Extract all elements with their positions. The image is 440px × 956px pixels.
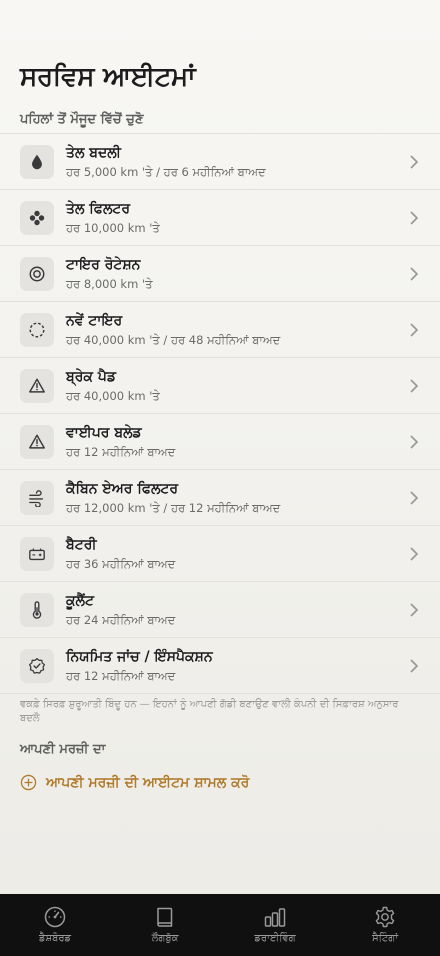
service-item-interval: ਹਰ 40,000 km 'ਤੇ / ਹਰ 48 ਮਹੀਨਿਆਂ ਬਾਅਦ bbox=[66, 333, 281, 347]
tab-settings[interactable]: ਸੈਟਿੰਗਾਂ bbox=[330, 894, 440, 956]
service-item-title: ਕੈਬਿਨ ਏਅਰ ਫਿਲਟਰ bbox=[66, 481, 179, 497]
custom-section-header: ਆਪਣੀ ਮਰਜ਼ੀ ਦਾ bbox=[20, 742, 106, 757]
service-item-title: ਤੇਲ ਬਦਲੀ bbox=[66, 145, 121, 161]
service-item-title: ਕੂਲੈਂਟ bbox=[66, 593, 94, 609]
tire-icon bbox=[20, 313, 54, 347]
chevron-right-icon bbox=[410, 379, 418, 393]
bar-chart-icon bbox=[264, 908, 286, 927]
service-item-interval: ਹਰ 8,000 km 'ਤੇ bbox=[66, 277, 153, 291]
warning-triangle-icon bbox=[20, 369, 54, 403]
thermometer-icon bbox=[20, 593, 54, 627]
book-icon bbox=[157, 907, 173, 927]
service-item-title: ਨਿਯਮਿਤ ਜਾਂਚ / ਇੰਸਪੈਕਸ਼ਨ bbox=[66, 649, 213, 665]
service-item-interval: ਹਰ 5,000 km 'ਤੇ / ਹਰ 6 ਮਹੀਨਿਆਂ ਬਾਅਦ bbox=[66, 165, 266, 179]
tab-label: ਡੈਸ਼ਬੋਰਡ bbox=[38, 933, 72, 944]
chevron-right-icon bbox=[410, 211, 418, 225]
tab-label: ਡਰਾਈਵਿੰਗ bbox=[254, 933, 296, 944]
service-item-interval: ਹਰ 12 ਮਹੀਨਿਆਂ ਬਾਅਦ bbox=[66, 669, 176, 683]
service-item-coolant[interactable]: ਕੂਲੈਂਟ ਹਰ 24 ਮਹੀਨਿਆਂ ਬਾਅਦ bbox=[0, 582, 440, 638]
service-item-new-tires[interactable]: ਨਵੇਂ ਟਾਇਰ ਹਰ 40,000 km 'ਤੇ / ਹਰ 48 ਮਹੀਨਿ… bbox=[0, 302, 440, 358]
oil-drop-icon bbox=[20, 145, 54, 179]
service-item-oil-change[interactable]: ਤੇਲ ਬਦਲੀ ਹਰ 5,000 km 'ਤੇ / ਹਰ 6 ਮਹੀਨਿਆਂ … bbox=[0, 134, 440, 190]
service-item-cabin-air-filter[interactable]: ਕੈਬਿਨ ਏਅਰ ਫਿਲਟਰ ਹਰ 12,000 km 'ਤੇ / ਹਰ 12… bbox=[0, 470, 440, 526]
air-flow-icon bbox=[20, 481, 54, 515]
add-custom-item-label: ਆਪਣੀ ਮਰਜ਼ੀ ਦੀ ਆਈਟਮ ਸ਼ਾਮਲ ਕਰੋ bbox=[46, 774, 250, 791]
service-item-interval: ਹਰ 36 ਮਹੀਨਿਆਂ ਬਾਅਦ bbox=[66, 557, 176, 571]
chevron-right-icon bbox=[410, 267, 418, 281]
service-item-title: ਬੈਟਰੀ bbox=[66, 537, 97, 553]
warning-triangle-icon bbox=[20, 425, 54, 459]
filter-icon bbox=[20, 201, 54, 235]
service-item-inspection[interactable]: ਨਿਯਮਿਤ ਜਾਂਚ / ਇੰਸਪੈਕਸ਼ਨ ਹਰ 12 ਮਹੀਨਿਆਂ ਬਾ… bbox=[0, 638, 440, 694]
chevron-right-icon bbox=[410, 659, 418, 673]
service-item-battery[interactable]: ਬੈਟਰੀ ਹਰ 36 ਮਹੀਨਿਆਂ ਬਾਅਦ bbox=[0, 526, 440, 582]
chevron-right-icon bbox=[410, 547, 418, 561]
chevron-right-icon bbox=[410, 323, 418, 337]
tab-bar: ਡੈਸ਼ਬੋਰਡ ਲੌਗਬੁੱਕ ਡਰਾਈਵਿੰਗ ਸੈਟਿੰਗਾਂ bbox=[0, 894, 440, 956]
gear-icon bbox=[375, 906, 395, 928]
add-custom-item-button[interactable]: ਆਪਣੀ ਮਰਜ਼ੀ ਦੀ ਆਈਟਮ ਸ਼ਾਮਲ ਕਰੋ bbox=[20, 774, 249, 791]
tab-dashboard[interactable]: ਡੈਸ਼ਬੋਰਡ bbox=[0, 894, 110, 956]
service-item-tire-rotation[interactable]: ਟਾਇਰ ਰੋਟੇਸ਼ਨ ਹਰ 8,000 km 'ਤੇ bbox=[0, 246, 440, 302]
service-item-interval: ਹਰ 10,000 km 'ਤੇ bbox=[66, 221, 160, 235]
service-item-title: ਨਵੇਂ ਟਾਇਰ bbox=[66, 313, 123, 329]
speedometer-icon bbox=[44, 906, 66, 928]
service-items-list: ਤੇਲ ਬਦਲੀ ਹਰ 5,000 km 'ਤੇ / ਹਰ 6 ਮਹੀਨਿਆਂ … bbox=[0, 133, 440, 694]
page-title: ਸਰਵਿਸ ਆਈਟਮਾਂ bbox=[20, 62, 196, 92]
service-item-interval: ਹਰ 12,000 km 'ਤੇ / ਹਰ 12 ਮਹੀਨਿਆਂ ਬਾਅਦ bbox=[66, 501, 281, 515]
chevron-right-icon bbox=[410, 435, 418, 449]
tab-logbook[interactable]: ਲੌਗਬੁੱਕ bbox=[110, 894, 220, 956]
service-item-title: ਬ੍ਰੇਕ ਪੈਡ bbox=[66, 369, 116, 385]
tab-label: ਸੈਟਿੰਗਾਂ bbox=[371, 933, 399, 944]
service-item-interval: ਹਰ 12 ਮਹੀਨਿਆਂ ਬਾਅਦ bbox=[66, 445, 176, 459]
battery-icon bbox=[20, 537, 54, 571]
service-item-interval: ਹਰ 40,000 km 'ਤੇ bbox=[66, 389, 160, 403]
plus-circle-icon bbox=[20, 774, 37, 791]
tab-driving[interactable]: ਡਰਾਈਵਿੰਗ bbox=[220, 894, 330, 956]
tire-rotation-icon bbox=[20, 257, 54, 291]
tab-label: ਲੌਗਬੁੱਕ bbox=[151, 933, 179, 944]
service-item-wiper-blades[interactable]: ਵਾਈਪਰ ਬਲੇਡ ਹਰ 12 ਮਹੀਨਿਆਂ ਬਾਅਦ bbox=[0, 414, 440, 470]
interval-footnote: ਵਕਫ਼ੇ ਸਿਰਫ਼ ਸ਼ੁਰੂਆਤੀ ਬਿੰਦੂ ਹਨ — ਇਹਨਾਂ ਨੂ… bbox=[20, 699, 399, 724]
chevron-right-icon bbox=[410, 603, 418, 617]
chevron-right-icon bbox=[410, 155, 418, 169]
service-item-oil-filter[interactable]: ਤੇਲ ਫਿਲਟਰ ਹਰ 10,000 km 'ਤੇ bbox=[0, 190, 440, 246]
service-item-interval: ਹਰ 24 ਮਹੀਨਿਆਂ ਬਾਅਦ bbox=[66, 613, 176, 627]
service-item-title: ਵਾਈਪਰ ਬਲੇਡ bbox=[66, 425, 142, 441]
service-item-title: ਟਾਇਰ ਰੋਟੇਸ਼ਨ bbox=[66, 257, 141, 273]
service-item-brake-pads[interactable]: ਬ੍ਰੇਕ ਪੈਡ ਹਰ 40,000 km 'ਤੇ bbox=[0, 358, 440, 414]
service-item-title: ਤੇਲ ਫਿਲਟਰ bbox=[66, 201, 131, 217]
preset-section-header: ਪਹਿਲਾਂ ਤੋਂ ਮੌਜੂਦ ਵਿੱਚੋਂ ਚੁਣੋ bbox=[20, 112, 144, 127]
chevron-right-icon bbox=[410, 491, 418, 505]
check-badge-icon bbox=[20, 649, 54, 683]
